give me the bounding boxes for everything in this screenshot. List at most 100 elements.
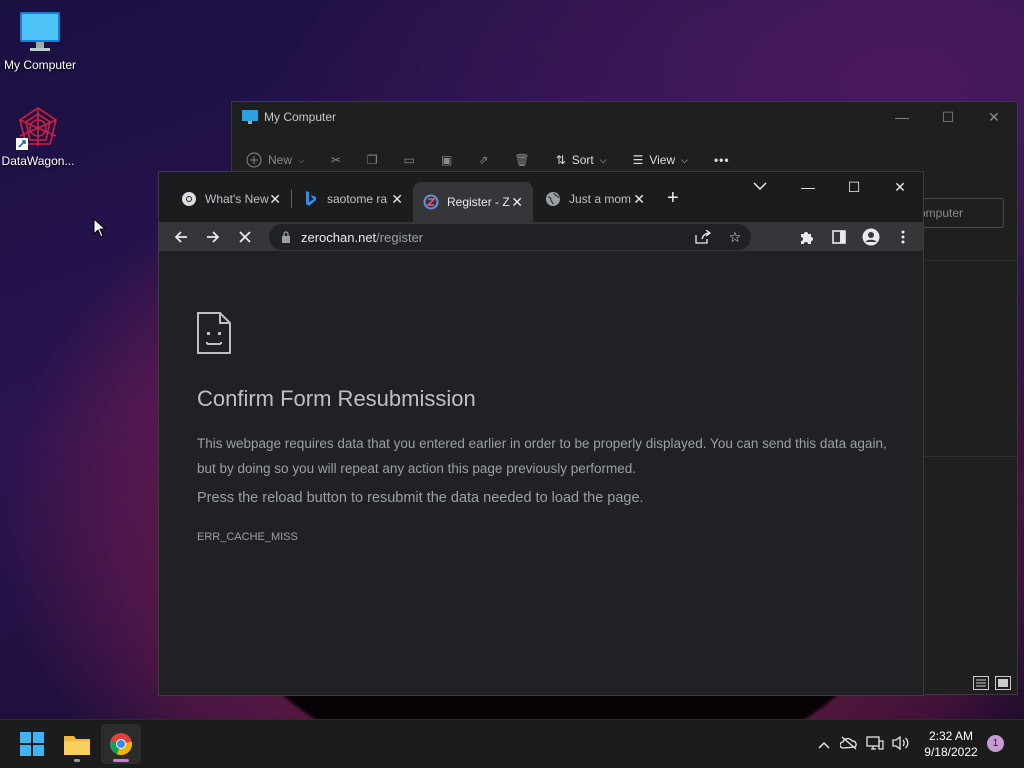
desktop-icon-my-computer[interactable]: My Computer (0, 10, 80, 72)
new-button[interactable]: New ⌵ (246, 152, 305, 168)
desktop-icon-datawagon[interactable]: DataWagon... (0, 106, 78, 168)
taskbar-chrome[interactable] (101, 724, 141, 764)
reload-hint: Press the reload button to resubmit the … (197, 490, 644, 506)
windows-logo-icon (20, 732, 44, 756)
chrome-icon (181, 191, 197, 207)
tab-search-chevron-icon[interactable] (753, 180, 773, 196)
url-path: /register (376, 229, 424, 245)
rename-icon: ▣ (441, 153, 453, 167)
rename-button[interactable]: ▣ (441, 153, 452, 167)
close-tab-icon[interactable]: ✕ (511, 194, 523, 211)
share-button[interactable]: ⇗ (478, 153, 488, 167)
new-button-label: New (268, 153, 293, 167)
close-tab-icon[interactable]: ✕ (391, 191, 403, 208)
tab-separator (291, 190, 292, 208)
copy-icon: ❐ (366, 153, 378, 167)
volume-icon[interactable] (888, 735, 914, 754)
scissors-icon: ✂ (330, 153, 341, 167)
address-bar[interactable]: zerochan.net/register ☆ (269, 224, 751, 250)
monitor-icon (18, 10, 62, 54)
details-view-icon[interactable] (973, 676, 989, 690)
plus-circle-icon (246, 152, 262, 168)
cut-button[interactable]: ✂ (331, 153, 341, 167)
view-button-label: View (649, 153, 676, 167)
error-description: This webpage requires data that you ente… (197, 436, 887, 476)
side-panel-icon[interactable] (823, 222, 855, 251)
forward-button[interactable] (199, 222, 227, 251)
explorer-search-input[interactable]: omputer (912, 198, 1004, 228)
error-title: Confirm Form Resubmission (197, 386, 476, 411)
start-button[interactable] (12, 724, 52, 764)
clock-date: 9/18/2022 (924, 745, 978, 759)
minimize-button[interactable]: — (879, 102, 925, 132)
new-tab-button[interactable]: + (667, 188, 679, 208)
divider (922, 260, 1017, 261)
desktop-icon-label: My Computer (3, 58, 77, 72)
more-options-button[interactable]: ••• (714, 153, 730, 167)
tab-just-a-moment[interactable]: Just a mom ✕ (535, 184, 655, 214)
page-content: Confirm Form Resubmission This webpage r… (159, 251, 923, 695)
explorer-title: My Computer (264, 110, 337, 124)
kebab-menu-icon[interactable] (887, 222, 919, 251)
sort-button-label: Sort (571, 153, 594, 167)
taskbar-clock[interactable]: 2:32 AM 9/18/2022 (916, 728, 986, 760)
chrome-icon (110, 733, 133, 756)
view-button[interactable]: ☰ View ⌵ (633, 153, 688, 167)
chevron-down-icon: ⌵ (681, 154, 688, 165)
taskbar-file-explorer[interactable] (57, 724, 97, 764)
sort-button[interactable]: ⇅ Sort ⌵ (556, 153, 607, 167)
close-icon (239, 230, 251, 243)
tab-label: Register - Z (447, 195, 510, 209)
browser-toolbar: zerochan.net/register ☆ (159, 222, 923, 251)
lock-icon (282, 231, 290, 243)
divider (922, 456, 1017, 457)
chevron-up-icon[interactable] (812, 736, 836, 752)
profile-avatar-icon[interactable] (855, 222, 887, 251)
onedrive-off-icon[interactable] (836, 736, 862, 753)
clock-time: 2:32 AM (928, 729, 974, 743)
close-button[interactable]: ✕ (877, 172, 923, 202)
paste-button[interactable]: ▭ (404, 153, 415, 167)
bookmark-star-icon[interactable]: ☆ (719, 224, 751, 250)
tab-saotome[interactable]: saotome ra ✕ (293, 184, 413, 214)
sad-page-icon (197, 312, 231, 359)
minimize-button[interactable]: — (785, 172, 831, 202)
tab-label: Just a mom (569, 192, 632, 206)
taskbar: 2:32 AM 9/18/2022 1 (0, 719, 1024, 768)
tab-register[interactable]: Register - Z ✕ (413, 182, 533, 222)
share-icon: ⇗ (478, 153, 489, 167)
explorer-window-controls: — ☐ ✕ (879, 102, 1017, 132)
notification-badge[interactable]: 1 (987, 735, 1004, 752)
tab-strip: What's New ✕ saotome ra ✕ Register - Z ✕… (159, 172, 923, 222)
close-tab-icon[interactable]: ✕ (633, 191, 645, 208)
maximize-button[interactable]: ☐ (831, 172, 877, 202)
system-tray (812, 720, 914, 768)
omnibox-actions: ☆ (687, 224, 751, 250)
trash-icon: 🗑︎ (514, 153, 530, 167)
arrow-right-icon (207, 230, 220, 243)
back-button[interactable] (167, 222, 195, 251)
close-button[interactable]: ✕ (971, 102, 1017, 132)
clipboard-icon: ▭ (403, 153, 416, 167)
url-host: zerochan.net (301, 229, 377, 245)
stop-loading-button[interactable] (231, 222, 259, 251)
chevron-down-icon: ⌵ (298, 154, 305, 165)
maximize-button[interactable]: ☐ (925, 102, 971, 132)
share-icon[interactable] (687, 224, 719, 250)
tab-whats-new[interactable]: What's New ✕ (171, 184, 292, 214)
close-tab-icon[interactable]: ✕ (269, 191, 281, 208)
desktop-icon-label: DataWagon... (1, 154, 75, 168)
folder-icon (64, 736, 90, 755)
datawagon-icon (16, 106, 60, 150)
toolbar-right-actions (791, 222, 919, 251)
running-indicator (74, 759, 80, 762)
delete-button[interactable]: 🗑︎ (514, 153, 529, 167)
extensions-puzzle-icon[interactable] (791, 222, 823, 251)
network-icon[interactable] (862, 735, 888, 754)
tab-label: What's New (205, 192, 269, 206)
chrome-window[interactable]: What's New ✕ saotome ra ✕ Register - Z ✕… (158, 171, 924, 696)
copy-button[interactable]: ❐ (367, 153, 378, 167)
tiles-view-icon[interactable] (995, 676, 1011, 690)
tab-label: saotome ra (327, 192, 388, 206)
url-text: zerochan.net/register (301, 230, 423, 245)
